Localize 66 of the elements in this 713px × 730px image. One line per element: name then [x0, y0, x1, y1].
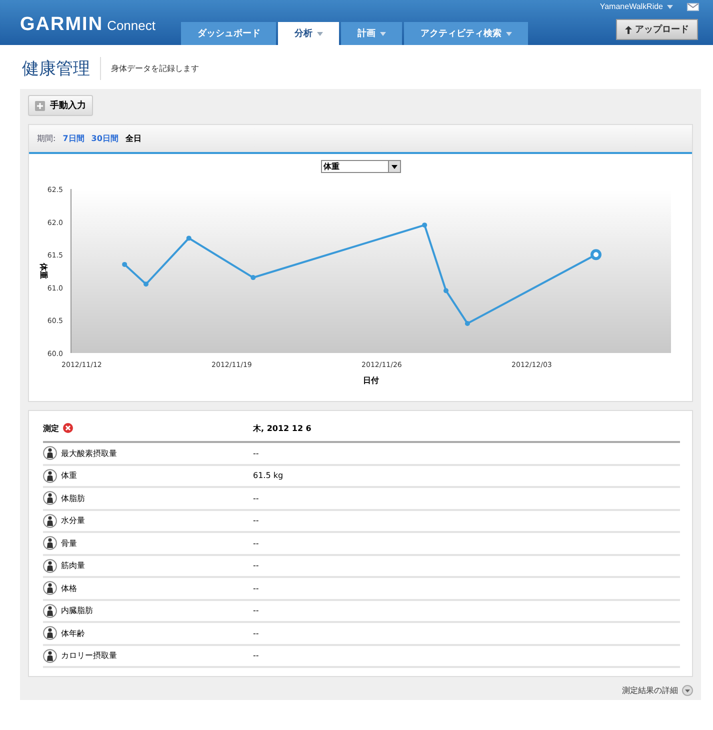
measurement-value: --: [253, 494, 260, 503]
person-icon: [43, 514, 57, 528]
measurement-value: --: [253, 651, 260, 660]
measurement-value: --: [253, 628, 260, 638]
measurement-name: 体年齢: [61, 628, 85, 639]
person-icon: [43, 536, 57, 550]
measurement-value: 61.5 kg: [253, 471, 284, 480]
data-point[interactable]: [144, 282, 148, 287]
person-icon: [43, 446, 57, 460]
measurement-value: --: [253, 448, 260, 458]
metric-select[interactable]: 体重: [320, 160, 400, 173]
column-header: 木, 2012 12 6: [253, 422, 312, 434]
measurement-value: --: [253, 584, 260, 593]
period-link[interactable]: 全日: [125, 133, 142, 144]
measurement-name: 筋肉量: [61, 560, 85, 572]
caret-icon[interactable]: [667, 5, 673, 9]
page-title: 健康管理: [22, 56, 101, 80]
y-axis-title: 体重: [39, 263, 48, 279]
dropdown-icon: [388, 161, 400, 172]
data-point[interactable]: [422, 222, 428, 228]
period-label: 期間:: [37, 133, 56, 144]
user-menu[interactable]: YamaneWalkRide: [600, 2, 663, 11]
measurement-name: 骨量: [61, 538, 77, 549]
data-point[interactable]: [250, 275, 256, 280]
person-icon: [43, 626, 57, 640]
measurement-value: --: [253, 606, 260, 616]
data-point[interactable]: [122, 262, 128, 267]
column-header: 測定: [43, 422, 59, 434]
nav-tab[interactable]: 分析: [278, 22, 340, 45]
measurement-name: 体脂肪: [61, 492, 85, 504]
nav-tab[interactable]: 計画: [341, 22, 402, 45]
measurement-value: --: [253, 538, 260, 548]
mail-icon[interactable]: [687, 3, 699, 11]
measurement-name: カロリー摂取量: [61, 650, 117, 662]
person-icon: [43, 491, 57, 506]
upload-button[interactable]: アップロード: [616, 19, 698, 40]
period-link[interactable]: 30日間: [91, 133, 118, 144]
measurement-name: 体格: [61, 582, 77, 594]
data-point[interactable]: [186, 236, 192, 241]
data-point[interactable]: [444, 288, 448, 294]
measurement-name: 体重: [61, 470, 77, 482]
selected-point[interactable]: [590, 249, 602, 260]
period-link[interactable]: 7日間: [62, 133, 84, 144]
measurement-value: --: [253, 561, 260, 570]
measurement-name: 最大酸素摂取量: [61, 448, 117, 459]
logo[interactable]: GARMIN: [20, 14, 104, 36]
person-icon: [43, 581, 57, 596]
x-axis-title: 日付: [363, 376, 379, 385]
measurement-name: 内臓脂肪: [61, 605, 93, 616]
person-icon: [43, 648, 57, 663]
details-link[interactable]: 測定結果の詳細: [622, 685, 678, 696]
close-icon[interactable]: [63, 423, 73, 433]
person-icon: [43, 558, 57, 573]
person-icon: [43, 468, 57, 483]
nav-tab[interactable]: アクティビティ検索: [404, 22, 528, 45]
person-icon: [43, 604, 57, 618]
data-point[interactable]: [464, 320, 470, 326]
logo-subtitle[interactable]: Connect: [107, 18, 156, 32]
measurement-value: --: [253, 516, 260, 526]
page-subtitle: 身体データを記録します: [111, 62, 199, 74]
manual-entry-button[interactable]: 手動入力: [28, 95, 93, 116]
measurement-name: 水分量: [61, 515, 85, 526]
expand-icon[interactable]: [682, 685, 693, 696]
arrow-up-icon: [625, 26, 632, 34]
plus-icon: [35, 100, 45, 110]
nav-tab[interactable]: ダッシュボード: [181, 22, 276, 45]
